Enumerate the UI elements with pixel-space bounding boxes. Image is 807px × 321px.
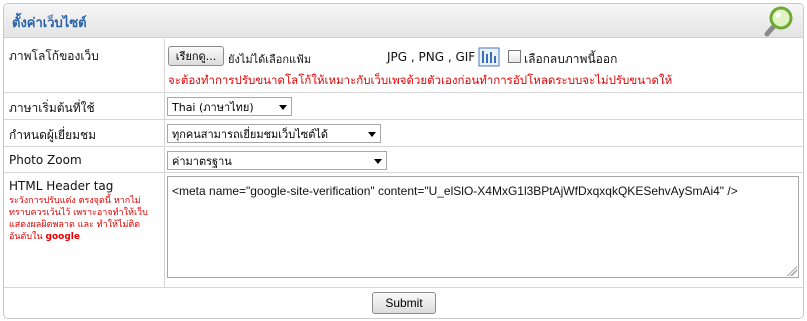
- browse-button[interactable]: เรียกดู...: [168, 46, 224, 66]
- html-header-note: ระวังการปรับแต่ง ตรงจุดนี้ หากไม่ทราบควร…: [9, 195, 159, 243]
- chevron-down-icon: [368, 132, 376, 137]
- visitor-row: กำหนดผู้เยี่ยมชม ทุกคนสามารถเยี่ยมชมเว็บ…: [4, 120, 803, 147]
- chevron-down-icon: [279, 105, 287, 110]
- resize-warning: จะต้องทำการปรับขนาดโลโก้ให้เหมาะกับเว็บเ…: [168, 73, 673, 87]
- no-file-text: ยังไม่ได้เลือกแฟ้ม: [228, 53, 312, 66]
- visitor-label: กำหนดผู้เยี่ยมชม: [9, 128, 97, 142]
- settings-panel: ตั้งค่าเว็บไซต์ ภาพโลโก้ของเว็บ เรียกดู.…: [3, 3, 804, 319]
- submit-button[interactable]: Submit: [372, 292, 436, 314]
- visitor-selected: ทุกคนสามารถเยี่ยมชมเว็บไซต์ได้: [172, 127, 329, 141]
- panel-title: ตั้งค่าเว็บไซต์: [12, 16, 87, 31]
- logo-label: ภาพโลโก้ของเว็บ: [9, 49, 99, 63]
- panel-header: ตั้งค่าเว็บไซต์: [4, 4, 803, 38]
- photo-zoom-row: Photo Zoom ค่ามาตรฐาน: [4, 147, 803, 173]
- language-row: ภาษาเริ่มต้นที่ใช้ Thai (ภาษาไทย): [4, 93, 803, 120]
- language-label: ภาษาเริ่มต้นที่ใช้: [9, 101, 95, 115]
- photo-zoom-label: Photo Zoom: [9, 153, 82, 167]
- image-formats-icon: [478, 47, 500, 67]
- photo-zoom-select[interactable]: ค่ามาตรฐาน: [167, 151, 387, 170]
- language-selected: Thai (ภาษาไทย): [172, 100, 254, 114]
- html-header-label: HTML Header tag: [9, 179, 114, 193]
- html-header-textarea[interactable]: <meta name="google-site-verification" co…: [167, 176, 799, 278]
- html-header-row: HTML Header tag ระวังการปรับแต่ง ตรงจุดน…: [4, 173, 803, 288]
- logo-row: ภาพโลโก้ของเว็บ เรียกดู... ยังไม่ได้เลือ…: [4, 39, 803, 93]
- formats-text: JPG , PNG , GIF: [387, 50, 476, 64]
- html-header-value: <meta name="google-site-verification" co…: [172, 184, 738, 198]
- magnifier-icon: [764, 6, 793, 37]
- html-header-note-google: google: [45, 232, 80, 242]
- visitor-select[interactable]: ทุกคนสามารถเยี่ยมชมเว็บไซต์ได้: [167, 124, 381, 143]
- remove-image-checkbox[interactable]: [508, 50, 521, 63]
- remove-image-label: เลือกลบภาพนี้ออก: [524, 52, 618, 66]
- photo-zoom-selected: ค่ามาตรฐาน: [172, 154, 232, 168]
- language-select[interactable]: Thai (ภาษาไทย): [167, 97, 292, 116]
- resize-handle[interactable]: [787, 266, 797, 276]
- chevron-down-icon: [374, 159, 382, 164]
